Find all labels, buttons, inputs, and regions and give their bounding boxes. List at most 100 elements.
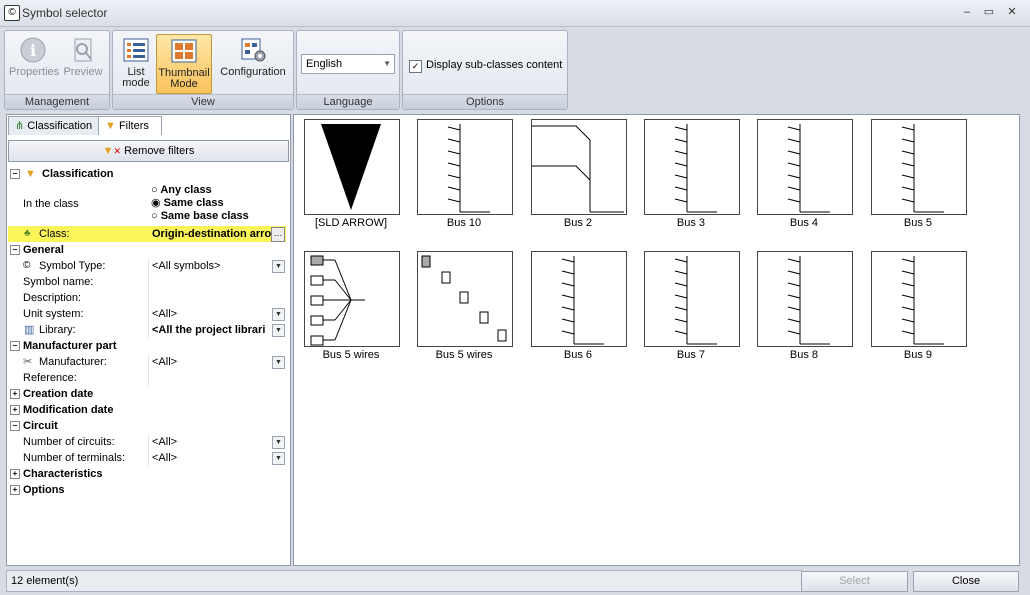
minimize-icon[interactable]: – xyxy=(958,5,976,19)
symbol-label: Bus 9 xyxy=(903,349,933,361)
language-group: English ▼ Language xyxy=(296,30,400,110)
unit-system-row[interactable]: Unit system: <All> ▼ xyxy=(8,306,286,322)
symbol-label: Bus 2 xyxy=(563,217,593,229)
symbol-thumbnail[interactable] xyxy=(531,251,627,347)
symbol-label: Bus 5 wires xyxy=(435,349,493,361)
symbol-thumbnail[interactable] xyxy=(417,119,513,215)
list-mode-button[interactable]: List mode xyxy=(117,34,155,92)
options-group-label: Options xyxy=(403,94,567,109)
ribbon: i Properties Preview Management List mod… xyxy=(0,27,1030,110)
symbol-thumbnail[interactable] xyxy=(871,119,967,215)
library-row[interactable]: ▥ Library: <All the project librari ▼ xyxy=(8,322,286,338)
options-category[interactable]: + Options xyxy=(8,482,286,498)
maximize-icon[interactable]: ▭ xyxy=(980,5,998,19)
remove-filters-button[interactable]: ▼✕ Remove filters xyxy=(8,140,289,162)
tab-filters[interactable]: ▼ Filters xyxy=(98,116,162,135)
general-category[interactable]: − General xyxy=(8,242,286,258)
window-title: Symbol selector xyxy=(22,6,108,20)
classification-category[interactable]: − ▼ Classification xyxy=(8,166,286,182)
circuits-row[interactable]: Number of circuits: <All> ▼ xyxy=(8,434,286,450)
symbol-label: Bus 3 xyxy=(676,217,706,229)
expand-icon[interactable]: + xyxy=(10,389,20,399)
tools-icon: ✂ xyxy=(23,356,33,368)
symbol-label: Bus 10 xyxy=(446,217,482,229)
expand-icon[interactable]: + xyxy=(10,485,20,495)
symbol-thumbnail[interactable] xyxy=(531,119,627,215)
properties-button[interactable]: i Properties xyxy=(9,34,59,92)
class-value: Origin-destination arro xyxy=(152,228,272,240)
symbol-thumbnail[interactable] xyxy=(417,251,513,347)
app-icon: © xyxy=(4,5,20,21)
preview-button[interactable]: Preview xyxy=(61,34,105,92)
symbol-thumbnail[interactable] xyxy=(757,251,853,347)
subclasses-checkbox[interactable]: ✓ xyxy=(409,60,422,73)
characteristics-category[interactable]: + Characteristics xyxy=(8,466,286,482)
chevron-down-icon[interactable]: ▼ xyxy=(272,308,285,321)
manufacturer-category[interactable]: − Manufacturer part xyxy=(8,338,286,354)
view-group-label: View xyxy=(113,94,293,109)
select-button[interactable]: Select xyxy=(801,571,908,592)
circuit-category[interactable]: − Circuit xyxy=(8,418,286,434)
symbol-thumbnail[interactable] xyxy=(757,119,853,215)
hierarchy-icon: ⋔ xyxy=(15,120,25,132)
thumbnail-mode-icon xyxy=(171,39,197,63)
symbol-label: Bus 7 xyxy=(676,349,706,361)
symbol-label: Bus 5 xyxy=(903,217,933,229)
remove-filter-icon: ▼ xyxy=(102,145,114,157)
symbol-label: [SLD ARROW] xyxy=(314,217,388,229)
symbol-thumbnail[interactable] xyxy=(304,119,400,215)
symbol-icon: © xyxy=(23,260,31,271)
thumbnail-mode-button[interactable]: Thumbnail Mode xyxy=(156,34,212,94)
tab-classification[interactable]: ⋔ Classification xyxy=(8,116,102,135)
list-mode-icon xyxy=(123,38,149,62)
symbol-thumbnail[interactable] xyxy=(644,119,740,215)
reference-row[interactable]: Reference: xyxy=(8,370,286,386)
preview-icon xyxy=(74,38,92,62)
library-icon: ▥ xyxy=(24,324,35,336)
filter-icon: ▼ xyxy=(105,120,116,132)
status-bar: 12 element(s) xyxy=(6,570,802,592)
class-icon: ♣ xyxy=(24,228,31,239)
chevron-down-icon[interactable]: ▼ xyxy=(272,260,285,273)
symbol-label: Bus 5 wires xyxy=(322,349,380,361)
symbol-type-row[interactable]: © Symbol Type: <All symbols> ▼ xyxy=(8,258,286,274)
class-row[interactable]: ♣ Class: Origin-destination arro … xyxy=(8,226,286,242)
same-base-class-radio[interactable]: ○ Same base class xyxy=(151,210,249,223)
symbol-label: Bus 4 xyxy=(789,217,819,229)
creation-date-category[interactable]: + Creation date xyxy=(8,386,286,402)
subclasses-label: Display sub-classes content xyxy=(426,59,563,71)
language-group-label: Language xyxy=(297,94,399,109)
management-group-label: Management xyxy=(5,94,109,109)
management-group: i Properties Preview Management xyxy=(4,30,110,110)
close-button[interactable]: Close xyxy=(913,571,1019,592)
options-group: ✓ Display sub-classes content Options xyxy=(402,30,568,110)
expand-icon[interactable]: + xyxy=(10,469,20,479)
collapse-icon[interactable]: − xyxy=(10,341,20,351)
class-browse-button[interactable]: … xyxy=(271,227,285,242)
any-class-radio[interactable]: ○ Any class xyxy=(151,184,249,197)
properties-icon: i xyxy=(20,37,46,63)
collapse-icon[interactable]: − xyxy=(10,169,20,179)
chevron-down-icon[interactable]: ▼ xyxy=(272,356,285,369)
class-scope-radios: ○ Any class ◉ Same class ○ Same base cla… xyxy=(151,184,249,223)
manufacturer-row[interactable]: ✂ Manufacturer: <All> ▼ xyxy=(8,354,286,370)
symbol-thumbnail[interactable] xyxy=(304,251,400,347)
language-select[interactable]: English ▼ xyxy=(301,54,395,74)
collapse-icon[interactable]: − xyxy=(10,421,20,431)
expand-icon[interactable]: + xyxy=(10,405,20,415)
terminals-row[interactable]: Number of terminals: <All> ▼ xyxy=(8,450,286,466)
chevron-down-icon: ▼ xyxy=(383,59,391,68)
description-row[interactable]: Description: xyxy=(8,290,286,306)
configuration-button[interactable]: Configuration xyxy=(217,34,289,92)
same-class-radio[interactable]: ◉ Same class xyxy=(151,197,249,210)
chevron-down-icon[interactable]: ▼ xyxy=(272,452,285,465)
collapse-icon[interactable]: − xyxy=(10,245,20,255)
symbol-thumbnail[interactable] xyxy=(644,251,740,347)
chevron-down-icon[interactable]: ▼ xyxy=(272,436,285,449)
symbol-thumbnail[interactable] xyxy=(871,251,967,347)
chevron-down-icon[interactable]: ▼ xyxy=(272,324,285,337)
close-icon[interactable]: ✕ xyxy=(1003,5,1021,19)
modification-date-category[interactable]: + Modification date xyxy=(8,402,286,418)
symbol-label: Bus 8 xyxy=(789,349,819,361)
symbol-name-row[interactable]: Symbol name: xyxy=(8,274,286,290)
